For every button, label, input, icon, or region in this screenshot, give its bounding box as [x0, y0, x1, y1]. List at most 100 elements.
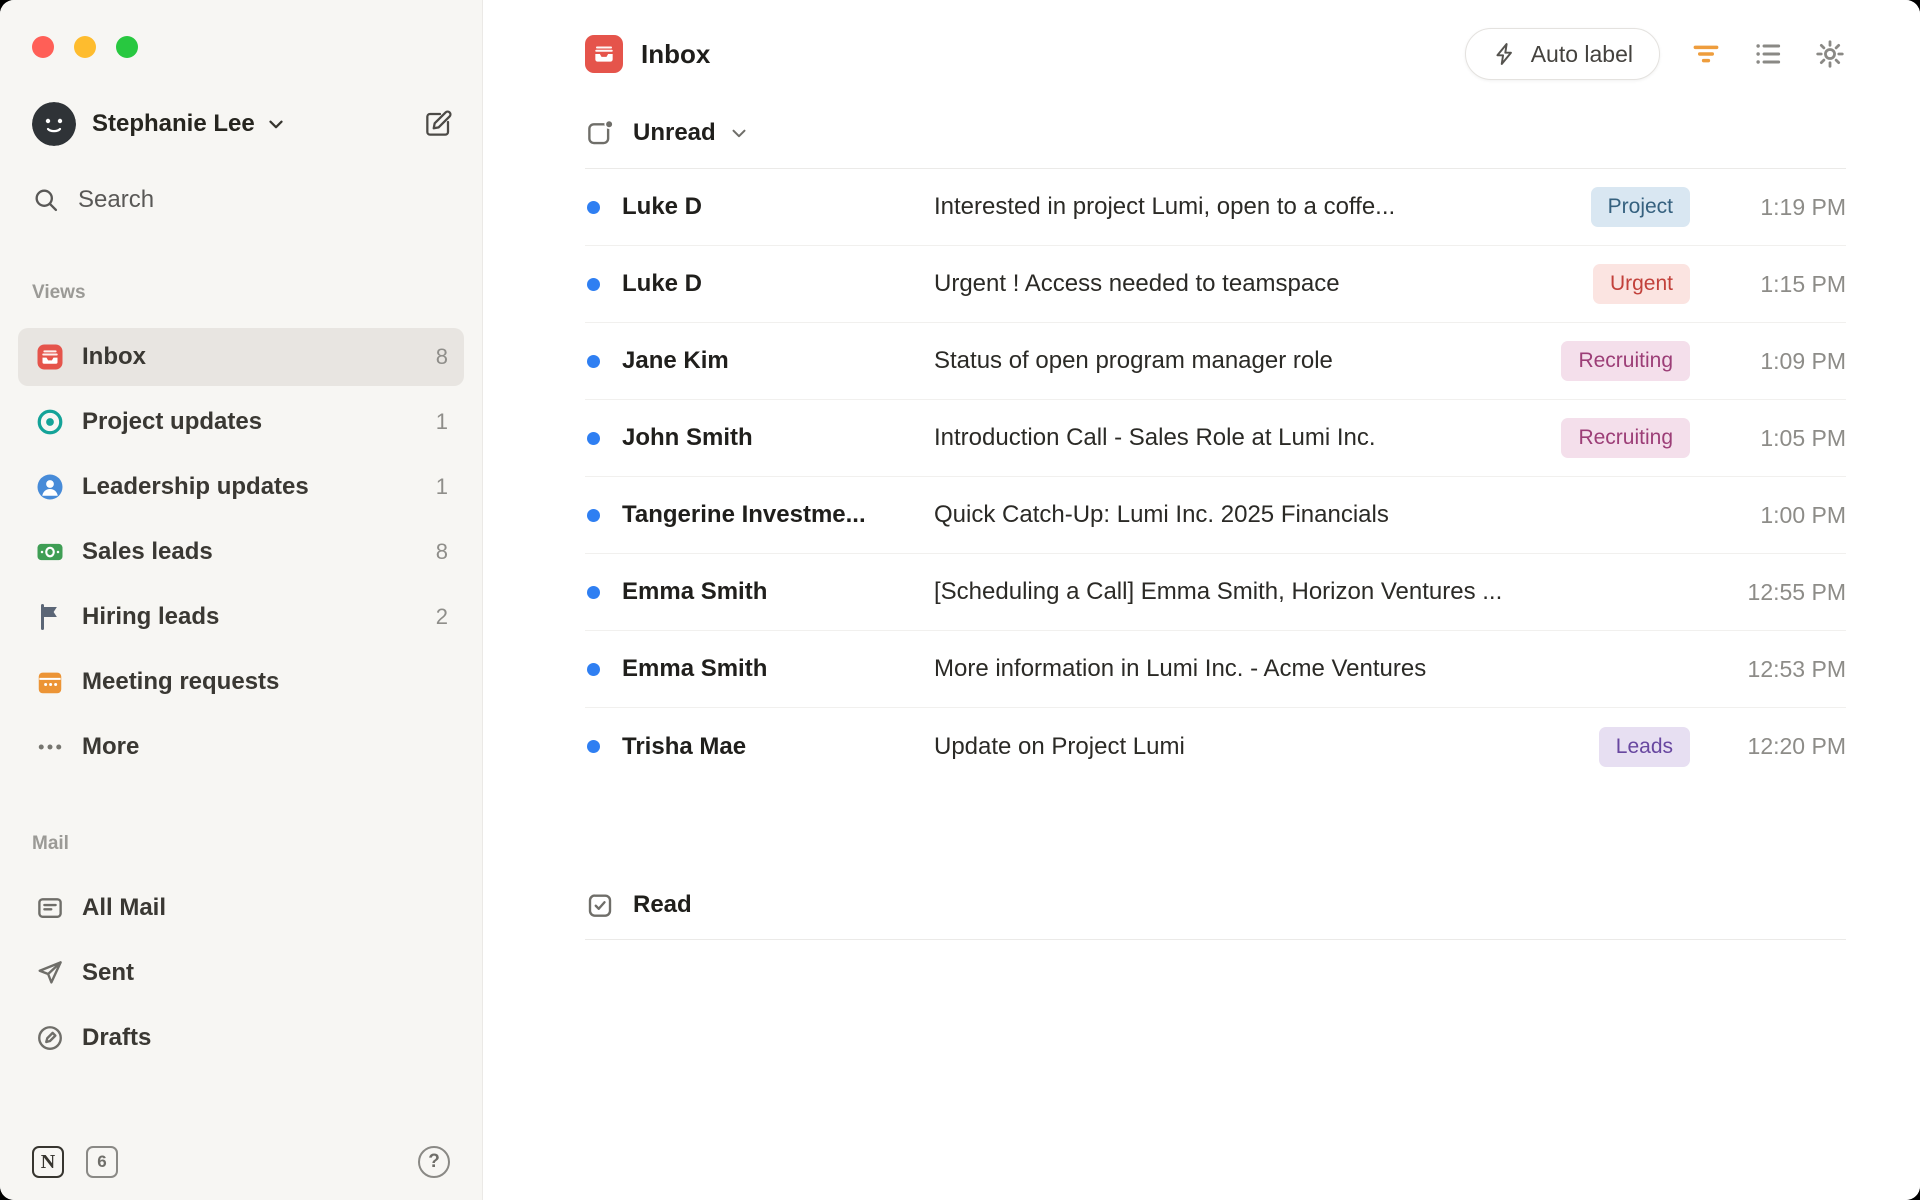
read-checkbox-icon[interactable] [585, 890, 615, 920]
email-row[interactable]: Luke D Urgent ! Access needed to teamspa… [585, 246, 1846, 323]
label-chip-project[interactable]: Project [1590, 187, 1690, 227]
email-row[interactable]: Trisha Mae Update on Project Lumi Leads … [585, 708, 1846, 785]
notion-app-badge[interactable]: N [32, 1146, 64, 1178]
sidebar-item-count: 1 [435, 409, 448, 434]
settings-button[interactable] [1814, 38, 1846, 70]
read-group-title: Read [633, 891, 692, 918]
unread-group-header[interactable]: Unread [585, 118, 1846, 148]
unread-email-list: Luke D Interested in project Lumi, open … [585, 169, 1846, 785]
unread-group-title: Unread [633, 119, 716, 146]
ellipsis-icon [34, 732, 66, 762]
sidebar-item-hiring-leads[interactable]: Hiring leads 2 [18, 588, 464, 646]
unread-dot[interactable] [587, 200, 600, 214]
sidebar-item-count: 8 [435, 344, 448, 369]
email-time: 12:20 PM [1747, 733, 1846, 759]
mail-list: All Mail Sent Drafts [18, 879, 464, 1074]
email-subject: Quick Catch-Up: Lumi Inc. 2025 Financial… [934, 501, 1389, 528]
email-sender: Emma Smith [622, 578, 768, 605]
email-row[interactable]: John Smith Introduction Call - Sales Rol… [585, 400, 1846, 477]
sidebar-item-inbox[interactable]: Inbox 8 [18, 328, 464, 386]
account-switcher[interactable]: Stephanie Lee [18, 102, 464, 146]
label-chip-urgent[interactable]: Urgent [1592, 264, 1690, 304]
minimize-window-button[interactable] [74, 36, 96, 58]
unread-dot[interactable] [587, 585, 600, 599]
email-time: 1:19 PM [1760, 193, 1846, 220]
email-subject: Status of open program manager role [934, 347, 1333, 374]
label-chip-recruiting[interactable]: Recruiting [1561, 341, 1690, 381]
label-chip-leads[interactable]: Leads [1598, 726, 1690, 767]
sidebar-item-label: More [82, 733, 140, 760]
email-subject: [Scheduling a Call] Emma Smith, Horizon … [934, 578, 1503, 605]
mail-section-header: Mail [32, 833, 69, 854]
unread-dot[interactable] [587, 431, 600, 445]
unread-dot[interactable] [587, 277, 600, 291]
gear-icon [1816, 40, 1844, 68]
compose-button[interactable] [422, 108, 454, 140]
list-icon [1756, 44, 1781, 64]
draft-pencil-icon [34, 1023, 66, 1053]
close-window-button[interactable] [32, 36, 54, 58]
label-chip-recruiting[interactable]: Recruiting [1561, 418, 1690, 458]
mark-unread-checkbox-icon[interactable] [585, 118, 615, 148]
mail-tray-icon [34, 893, 66, 923]
avatar [32, 102, 76, 146]
sidebar-item-meeting-requests[interactable]: Meeting requests [18, 653, 464, 711]
search-label: Search [78, 186, 155, 213]
sidebar: Stephanie Lee Search Views Inbox 8 Proje… [0, 0, 483, 1200]
email-subject: Urgent ! Access needed to teamspace [934, 270, 1340, 297]
email-row[interactable]: Luke D Interested in project Lumi, open … [585, 169, 1846, 246]
sidebar-footer: N 6 ? [18, 1146, 464, 1178]
user-name: Stephanie Lee [92, 110, 255, 137]
email-sender: Tangerine Investme... [622, 501, 866, 528]
unread-dot[interactable] [587, 740, 600, 753]
list-view-button[interactable] [1752, 38, 1784, 70]
header-actions: Auto label [1464, 28, 1846, 80]
email-sender: Luke D [622, 270, 703, 297]
chevron-down-icon[interactable] [728, 122, 750, 144]
unread-dot[interactable] [587, 354, 600, 368]
email-subject: Introduction Call - Sales Role at Lumi I… [934, 424, 1376, 451]
unread-dot[interactable] [587, 508, 600, 522]
email-row[interactable]: Tangerine Investme... Quick Catch-Up: Lu… [585, 477, 1846, 554]
unread-dot[interactable] [587, 662, 600, 676]
sidebar-item-more[interactable]: More [18, 718, 464, 776]
email-time: 1:00 PM [1760, 501, 1846, 528]
sidebar-item-label: Project updates [82, 408, 263, 435]
email-subject: More information in Lumi Inc. - Acme Ven… [934, 655, 1427, 682]
views-list: Inbox 8 Project updates 1 Leadership upd… [18, 328, 464, 783]
divider [585, 939, 1846, 940]
auto-label-button[interactable]: Auto label [1464, 28, 1660, 80]
sidebar-item-project-updates[interactable]: Project updates 1 [18, 393, 464, 451]
calendar-app-badge[interactable]: 6 [86, 1146, 118, 1178]
email-time: 1:15 PM [1760, 270, 1846, 297]
email-time: 12:53 PM [1747, 655, 1846, 682]
sidebar-item-sent[interactable]: Sent [18, 944, 464, 1002]
auto-label-zap-icon [1496, 43, 1512, 65]
inbox-icon [585, 35, 623, 73]
email-time: 12:55 PM [1747, 578, 1846, 605]
mail-app-window: Stephanie Lee Search Views Inbox 8 Proje… [0, 0, 1920, 1200]
sidebar-item-count: 1 [435, 474, 448, 499]
zoom-window-button[interactable] [116, 36, 138, 58]
banknote-icon [34, 537, 66, 567]
main-header: Inbox Auto label [585, 0, 1846, 84]
email-sender: Luke D [622, 193, 703, 220]
sidebar-item-drafts[interactable]: Drafts [18, 1009, 464, 1067]
sidebar-item-all-mail[interactable]: All Mail [18, 879, 464, 937]
search-button[interactable]: Search [18, 180, 464, 220]
main-panel: Inbox Auto label Unread Luke D Intereste… [483, 0, 1920, 1200]
email-time: 1:09 PM [1760, 347, 1846, 374]
target-icon [34, 407, 66, 437]
paper-plane-icon [34, 958, 66, 988]
sidebar-item-leadership-updates[interactable]: Leadership updates 1 [18, 458, 464, 516]
views-section-header: Views [32, 282, 86, 303]
email-row[interactable]: Emma Smith More information in Lumi Inc.… [585, 631, 1846, 708]
email-row[interactable]: Jane Kim Status of open program manager … [585, 323, 1846, 400]
email-row[interactable]: Emma Smith [Scheduling a Call] Emma Smit… [585, 554, 1846, 631]
help-button[interactable]: ? [418, 1146, 450, 1178]
flag-icon [34, 602, 66, 632]
read-group-header[interactable]: Read [585, 885, 1846, 925]
sidebar-item-sales-leads[interactable]: Sales leads 8 [18, 523, 464, 581]
sidebar-item-count: 2 [435, 604, 448, 629]
filter-button[interactable] [1690, 38, 1722, 70]
